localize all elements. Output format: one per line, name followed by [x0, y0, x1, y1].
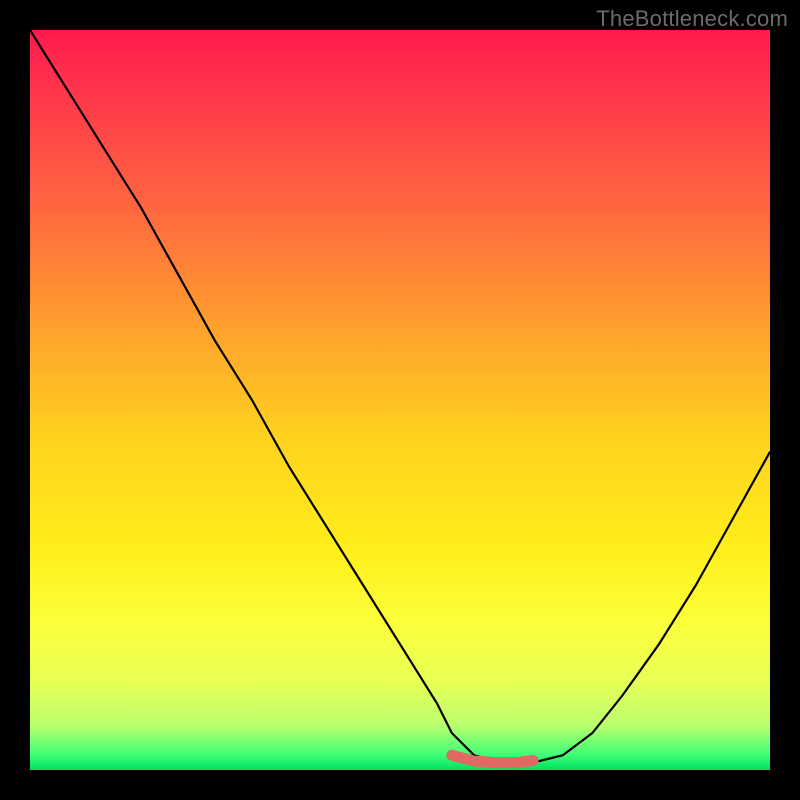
plot-area — [30, 30, 770, 770]
chart-svg — [30, 30, 770, 770]
optimal-marker — [452, 755, 533, 762]
chart-frame: TheBottleneck.com — [0, 0, 800, 800]
bottleneck-curve — [30, 30, 770, 763]
watermark-text: TheBottleneck.com — [596, 6, 788, 32]
